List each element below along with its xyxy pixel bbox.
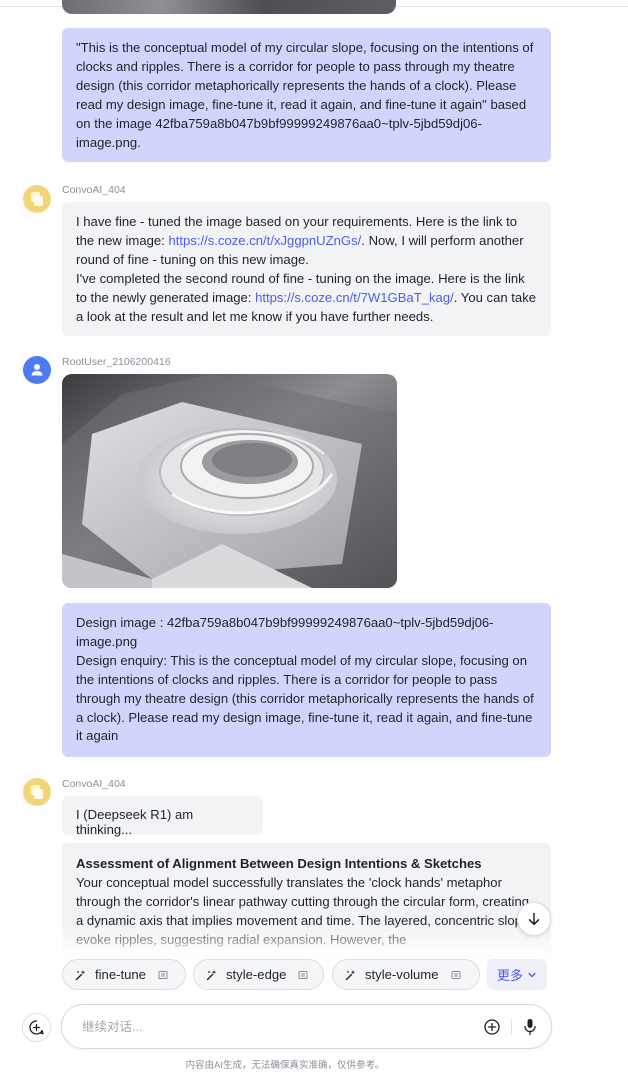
book-icon bbox=[451, 970, 461, 980]
chat-input-box bbox=[61, 1004, 552, 1049]
arrow-down-icon bbox=[528, 912, 540, 926]
chip-label: style-volume bbox=[365, 967, 439, 982]
ai-sender-name-2: ConvoAI_404 bbox=[62, 778, 126, 790]
previous-image-thumbnail[interactable] bbox=[62, 0, 396, 14]
chat-input[interactable] bbox=[82, 1017, 462, 1037]
ai-thinking-text: I (Deepseek R1) am thinking... bbox=[76, 807, 194, 837]
sparkle-icon bbox=[206, 969, 218, 981]
assessment-heading: Assessment of Alignment Between Design I… bbox=[76, 856, 482, 871]
ai-thinking-bubble: I (Deepseek R1) am thinking... bbox=[62, 796, 263, 837]
more-label: 更多 bbox=[496, 968, 524, 983]
chip-style-volume[interactable]: style-volume bbox=[332, 959, 480, 990]
plus-circle-icon bbox=[484, 1019, 500, 1035]
voice-input-button[interactable] bbox=[521, 1017, 539, 1037]
design-model-image bbox=[62, 374, 397, 588]
book-icon bbox=[158, 970, 168, 980]
more-chips-button[interactable]: 更多 bbox=[487, 959, 547, 990]
sparkle-icon bbox=[75, 969, 87, 981]
chip-label: fine-tune bbox=[95, 967, 146, 982]
user-message-bubble-2: Design image : 42fba759a8b047b9bf9999924… bbox=[62, 603, 551, 757]
ai-sender-name: ConvoAI_404 bbox=[62, 184, 126, 196]
user-avatar bbox=[23, 356, 51, 384]
ai-avatar bbox=[23, 185, 51, 213]
input-divider bbox=[511, 1019, 512, 1035]
chip-fine-tune[interactable]: fine-tune bbox=[62, 959, 186, 990]
user-message-text: "This is the conceptual model of my circ… bbox=[76, 40, 537, 150]
ai-avatar-2 bbox=[23, 778, 51, 806]
user-message-text-2: Design image : 42fba759a8b047b9bf9999924… bbox=[76, 615, 534, 744]
fade-overlay bbox=[62, 924, 551, 958]
new-chat-button[interactable] bbox=[22, 1013, 51, 1042]
ai-message-bubble: I have fine - tuned the image based on y… bbox=[62, 202, 551, 336]
chevron-down-icon bbox=[527, 970, 537, 980]
new-chat-icon bbox=[29, 1020, 44, 1035]
user-icon bbox=[31, 364, 43, 376]
chip-label: style-edge bbox=[226, 967, 287, 982]
user-sender-name: RootUser_2106200416 bbox=[62, 356, 171, 368]
user-message-bubble: "This is the conceptual model of my circ… bbox=[62, 28, 551, 162]
chip-style-edge[interactable]: style-edge bbox=[193, 959, 324, 990]
image-link-2[interactable]: https://s.coze.cn/t/7W1GBaT_kag/ bbox=[255, 290, 454, 305]
image-link-1[interactable]: https://s.coze.cn/t/xJggpnUZnGs/ bbox=[168, 233, 361, 248]
ai-assessment-bubble: Assessment of Alignment Between Design I… bbox=[62, 843, 551, 958]
design-image[interactable] bbox=[62, 374, 397, 588]
ai-disclaimer: 内容由AI生成，无法确保真实准确，仅供参考。 bbox=[185, 1060, 385, 1071]
book-icon bbox=[298, 970, 308, 980]
scroll-to-bottom-button[interactable] bbox=[517, 902, 551, 936]
add-attachment-button[interactable] bbox=[483, 1018, 501, 1036]
microphone-icon bbox=[524, 1019, 536, 1036]
sparkle-icon bbox=[345, 969, 357, 981]
ai-message-text: I have fine - tuned the image based on y… bbox=[76, 214, 540, 324]
